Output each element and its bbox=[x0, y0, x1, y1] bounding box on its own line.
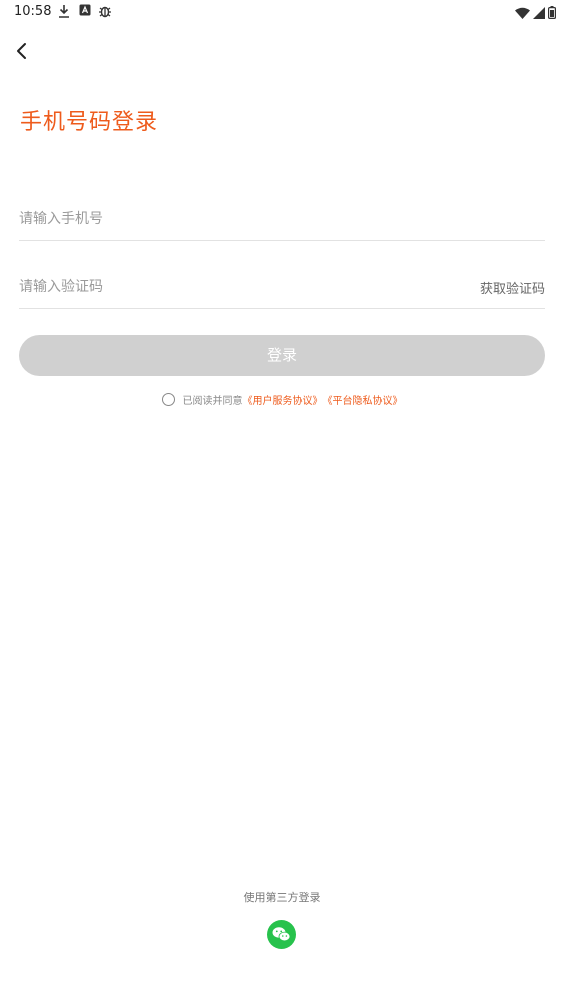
agree-checkbox[interactable] bbox=[161, 393, 175, 406]
get-code-button[interactable]: 获取验证码 bbox=[480, 278, 545, 297]
status-icons bbox=[515, 4, 557, 23]
privacy-agreement-link[interactable]: 《平台隐私协议》 bbox=[323, 392, 403, 407]
agreement-prefix: 已阅读并同意 bbox=[182, 396, 243, 407]
user-agreement-link[interactable]: 《用户服务协议》 bbox=[243, 392, 323, 407]
third-party-label: 使用第三方登录 bbox=[243, 891, 321, 904]
code-input[interactable] bbox=[19, 268, 419, 306]
status-time: 10:58 bbox=[14, 4, 52, 19]
wechat-login-button[interactable] bbox=[267, 920, 296, 949]
wechat-icon bbox=[267, 927, 296, 953]
page-title: 手机号码登录 bbox=[20, 110, 159, 135]
code-field: 获取验证码 bbox=[19, 268, 545, 309]
bug-icon bbox=[98, 4, 112, 21]
a-box-icon bbox=[79, 4, 91, 19]
status-bar: 10:58 bbox=[0, 0, 564, 24]
agreement-row: 已阅读并同意 《用户服务协议》 《平台隐私协议》 bbox=[0, 392, 564, 407]
signal-icon bbox=[533, 4, 545, 23]
back-button[interactable] bbox=[10, 38, 34, 64]
wifi-icon bbox=[515, 4, 530, 23]
phone-field bbox=[19, 200, 545, 241]
battery-icon bbox=[548, 4, 557, 23]
back-arrow-icon bbox=[10, 43, 34, 68]
download-icon bbox=[58, 4, 70, 21]
phone-input[interactable] bbox=[19, 200, 419, 238]
login-button[interactable]: 登录 bbox=[19, 335, 545, 376]
